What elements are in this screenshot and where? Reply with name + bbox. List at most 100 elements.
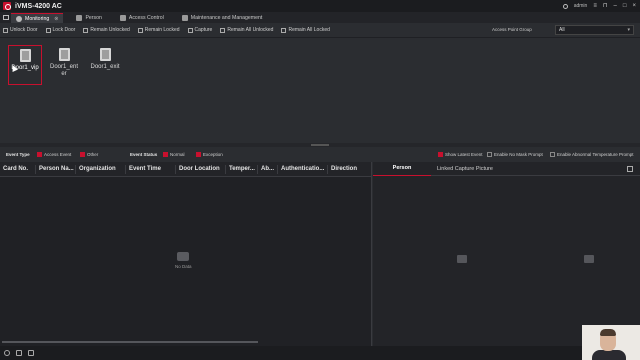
expand-icon[interactable] (627, 166, 633, 172)
monitoring-icon (16, 15, 22, 22)
empty-state: No Data (175, 252, 192, 269)
lock-door-label: Lock Door (52, 27, 76, 33)
capture-label: Capture (194, 27, 213, 33)
tab-monitoring[interactable]: Monitoring ⊗ (11, 13, 64, 23)
minimize-icon[interactable]: – (614, 3, 617, 9)
event-filter-bar: Event Type Access Event Other Event Stat… (0, 148, 640, 161)
tab-label: Maintenance and Management (190, 15, 263, 21)
no-mask-checkbox[interactable]: Enable No Mask Prompt (487, 152, 543, 157)
door-icon (19, 49, 31, 62)
capture-button[interactable]: Capture (187, 27, 213, 33)
tab-close-icon[interactable]: ⊗ (54, 16, 58, 22)
tab-person[interactable]: Person (71, 13, 106, 23)
remain-unlocked-icon (83, 27, 89, 33)
tab-label: Monitoring (25, 15, 50, 22)
user-icon[interactable] (562, 3, 568, 9)
normal-checkbox[interactable]: Normal (163, 152, 185, 157)
door-label: Door1_exit (90, 64, 120, 70)
remain-unlocked-label: Remain Unlocked (90, 27, 130, 33)
capture-icon (187, 27, 193, 33)
unlock-door-button[interactable]: Unlock Door (3, 27, 38, 33)
panel-splitter[interactable] (0, 143, 640, 147)
module-tab-bar: Monitoring ⊗ Person Access Control Maint… (0, 12, 640, 23)
delete-icon[interactable] (16, 350, 22, 356)
menu-icon[interactable]: ≡ (593, 3, 597, 9)
access-point-group-label: Access Point Group (492, 27, 532, 32)
tab-linked-capture[interactable]: Linked Capture Picture (431, 162, 499, 176)
column-header[interactable]: Authenticatio... (278, 164, 328, 174)
maintenance-icon (181, 15, 188, 21)
exception-label: Exception (203, 152, 223, 157)
abnormal-temp-checkbox[interactable]: Enable Abnormal Temperature Prompt (550, 152, 633, 157)
other-checkbox[interactable]: Other (80, 152, 98, 157)
event-status-label: Event Status (130, 152, 158, 157)
access-control-icon (119, 15, 126, 21)
tab-label: Access Control (128, 15, 164, 21)
remain-all-locked-label: Remain All Locked (288, 27, 330, 33)
detail-panel: Person Linked Capture Picture (373, 162, 640, 346)
title-bar: iVMS-4200 AC admin ≡ ⊓ – □ × (0, 0, 640, 12)
normal-label: Normal (170, 152, 185, 157)
unlock-icon (3, 27, 8, 33)
remain-all-unlocked-icon (220, 27, 226, 33)
app-title: iVMS-4200 AC (15, 2, 62, 10)
webcam-overlay (582, 325, 640, 360)
remain-unlocked-button[interactable]: Remain Unlocked (83, 27, 130, 33)
column-header[interactable]: Event Time (126, 164, 176, 174)
no-data-icon (177, 252, 190, 261)
tab-label: Person (85, 15, 102, 21)
door-toolbar: Unlock Door Lock Door Remain Unlocked Re… (0, 23, 640, 38)
column-header[interactable]: Temper... (226, 164, 258, 174)
remain-all-unlocked-button[interactable]: Remain All Unlocked (220, 27, 273, 33)
remain-all-unlocked-label: Remain All Unlocked (227, 27, 274, 33)
show-latest-label: Show Latest Event (445, 152, 483, 157)
access-point-group-value: All (559, 27, 565, 33)
column-header[interactable]: Organization (76, 164, 126, 174)
event-table: Card No. Person Na... Organization Event… (0, 162, 372, 346)
no-data-text: No Data (175, 264, 192, 269)
detail-tabs: Person Linked Capture Picture (373, 162, 640, 176)
exception-checkbox[interactable]: Exception (196, 152, 223, 157)
user-name[interactable]: admin (574, 3, 588, 9)
tab-access-control[interactable]: Access Control (115, 13, 169, 23)
tab-maintenance[interactable]: Maintenance and Management (177, 13, 268, 23)
door-icon (99, 48, 111, 61)
home-icon[interactable] (0, 12, 11, 23)
unlock-door-label: Unlock Door (10, 27, 38, 33)
lock-icon (45, 27, 51, 33)
remain-locked-label: Remain Locked (144, 27, 180, 33)
column-header[interactable]: Person Na... (36, 164, 76, 174)
show-latest-checkbox[interactable]: Show Latest Event (438, 152, 483, 157)
lock-icon[interactable]: ⊓ (603, 3, 608, 9)
maximize-icon[interactable]: □ (623, 3, 627, 9)
lock-door-button[interactable]: Lock Door (45, 27, 76, 33)
alarm-icon[interactable] (4, 350, 10, 356)
status-bar (0, 346, 640, 360)
column-header[interactable]: Door Location (176, 164, 226, 174)
close-icon[interactable]: × (632, 3, 636, 9)
door-grid: Door1_vip Door1_enter Door1_exit (0, 39, 640, 143)
person-icon (76, 15, 83, 21)
no-mask-label: Enable No Mask Prompt (494, 152, 543, 157)
horizontal-scrollbar[interactable] (2, 341, 258, 343)
chevron-down-icon: ▾ (627, 27, 630, 33)
column-header[interactable]: Card No. (0, 164, 36, 174)
other-label: Other (87, 152, 99, 157)
access-event-checkbox[interactable]: Access Event (37, 152, 71, 157)
access-point-group-select[interactable]: All ▾ (555, 25, 634, 35)
remain-all-locked-icon (281, 27, 287, 33)
remain-locked-icon (137, 27, 143, 33)
capture-image-placeholder-icon (584, 255, 594, 263)
door-item[interactable]: Door1_exit (88, 45, 122, 85)
abnormal-temp-label: Enable Abnormal Temperature Prompt (557, 152, 634, 157)
door-item[interactable]: Door1_enter (47, 45, 81, 85)
access-event-label: Access Event (44, 152, 72, 157)
column-header[interactable]: Ab... (258, 164, 278, 174)
remain-all-locked-button[interactable]: Remain All Locked (281, 27, 330, 33)
remain-locked-button[interactable]: Remain Locked (137, 27, 180, 33)
app-logo (3, 2, 11, 10)
tab-person-detail[interactable]: Person (373, 162, 431, 176)
column-header[interactable]: Direction (328, 165, 362, 174)
door-icon (58, 48, 70, 61)
sound-icon[interactable] (28, 350, 34, 356)
